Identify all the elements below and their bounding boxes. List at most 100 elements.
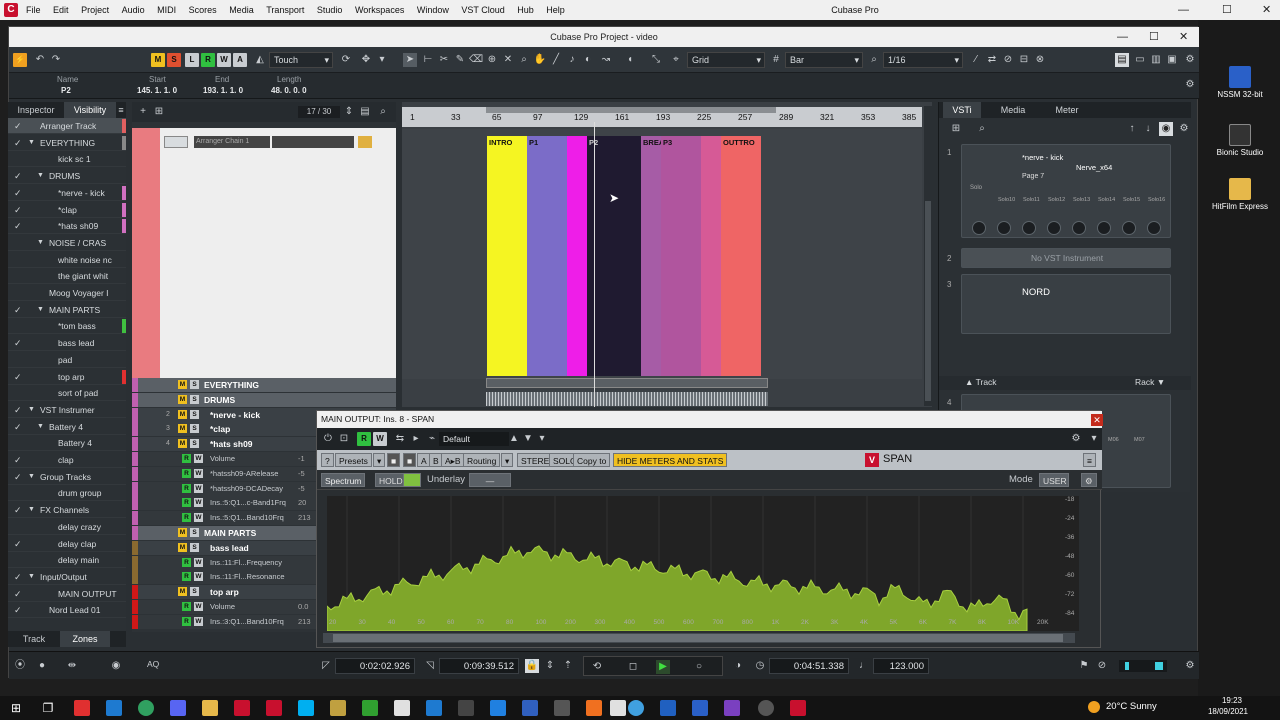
- auto-fade-icon[interactable]: ⤡: [649, 53, 663, 67]
- write-automation-button[interactable]: W: [194, 616, 203, 626]
- mute-button[interactable]: M: [178, 380, 187, 389]
- file-explorer-icon[interactable]: [202, 700, 218, 716]
- quantize-apply-icon[interactable]: ⁄: [969, 53, 983, 67]
- mute-button[interactable]: M: [178, 394, 187, 404]
- taskbar-app-icon[interactable]: [554, 700, 570, 716]
- menu-icon[interactable]: ≡: [116, 102, 126, 118]
- tab-track[interactable]: Track: [8, 631, 60, 647]
- read-automation-button[interactable]: R: [182, 513, 191, 523]
- visibility-row[interactable]: ✓ ▼ Group Tracks: [8, 469, 126, 485]
- cycle-icon[interactable]: ⊘: [1001, 53, 1015, 67]
- listen-button[interactable]: L: [185, 53, 199, 67]
- span-horizontal-scrollbar[interactable]: [323, 633, 1075, 643]
- view-icon[interactable]: ◉: [1159, 122, 1173, 136]
- cubase-taskbar-icon[interactable]: [234, 700, 250, 716]
- power-icon[interactable]: ⏻: [321, 432, 335, 446]
- stop-icon[interactable]: ◻: [626, 660, 640, 674]
- sync-icon[interactable]: ⊘: [1095, 659, 1109, 673]
- taskbar-app-icon[interactable]: [74, 700, 90, 716]
- write-button[interactable]: W: [373, 432, 387, 446]
- visibility-row[interactable]: ▼ NOISE / CRAS: [8, 235, 126, 251]
- info-length-value[interactable]: 48. 0. 0. 0: [271, 86, 307, 95]
- visibility-checkbox[interactable]: ✓: [14, 586, 22, 602]
- taskbar-app-icon[interactable]: [458, 700, 474, 716]
- visibility-row[interactable]: drum group: [8, 485, 126, 502]
- visibility-row[interactable]: ✓ ▼ Input/Output: [8, 569, 126, 585]
- arranger-event[interactable]: BREA: [641, 136, 664, 376]
- right-locator-field[interactable]: 0:09:39.512: [439, 658, 519, 674]
- folder-collapse-icon[interactable]: ▼: [28, 569, 35, 585]
- info-start-value[interactable]: 145. 1. 1. 0: [137, 86, 177, 95]
- visibility-checkbox[interactable]: ✓: [14, 185, 22, 201]
- menu-hub[interactable]: Hub: [517, 0, 534, 20]
- layout-right-icon[interactable]: ▥: [1149, 53, 1163, 67]
- tab-media[interactable]: Media: [991, 102, 1035, 118]
- arrow-up-icon[interactable]: ↑: [1125, 122, 1139, 136]
- locator-range-icon[interactable]: ⇕: [543, 659, 557, 673]
- chrome-icon[interactable]: [138, 700, 154, 716]
- help-button[interactable]: ?: [321, 453, 334, 467]
- menu-vst-cloud[interactable]: VST Cloud: [461, 0, 504, 20]
- automation-value[interactable]: 20: [298, 496, 306, 510]
- record-mode-icon[interactable]: ●: [35, 659, 49, 673]
- scrollbar-thumb[interactable]: [333, 634, 1063, 642]
- read-automation-button[interactable]: R: [182, 616, 191, 626]
- menu-file[interactable]: File: [26, 0, 41, 20]
- store-icon[interactable]: [426, 700, 442, 716]
- visibility-checkbox[interactable]: ✓: [14, 118, 22, 134]
- visibility-row[interactable]: ✓ ▼ Battery 4: [8, 419, 126, 435]
- desktop-icon-hitfilm[interactable]: HitFilm Express: [1208, 178, 1272, 211]
- tab-inspector[interactable]: Inspector: [8, 102, 64, 118]
- erase-tool-icon[interactable]: ⌫: [469, 53, 483, 67]
- lock-icon[interactable]: 🔒: [525, 659, 539, 673]
- preset-field[interactable]: Default: [439, 432, 509, 446]
- visibility-checkbox[interactable]: ✓: [14, 419, 22, 435]
- mute-all-button[interactable]: M: [151, 53, 165, 67]
- menu-audio[interactable]: Audio: [122, 0, 145, 20]
- visibility-row[interactable]: *tom bass: [8, 318, 126, 335]
- visibility-checkbox[interactable]: ✓: [14, 302, 22, 318]
- tempo-field[interactable]: 123.000: [873, 658, 929, 674]
- playhead[interactable]: [594, 122, 595, 407]
- write-automation-button[interactable]: W: [194, 572, 203, 582]
- arranger-track[interactable]: Arranger Chain 1: [132, 128, 396, 378]
- visibility-checkbox[interactable]: ✓: [14, 602, 22, 618]
- plugin-settings-icon[interactable]: ⚙: [1069, 432, 1083, 446]
- move-icon[interactable]: ✥: [359, 53, 373, 67]
- menu-media[interactable]: Media: [229, 0, 254, 20]
- taskbar-app-icon[interactable]: [490, 700, 506, 716]
- arranger-event[interactable]: [701, 136, 721, 376]
- taskbar-app-icon[interactable]: [586, 700, 602, 716]
- folder-collapse-icon[interactable]: ▼: [28, 469, 35, 485]
- quick-control-knob[interactable]: [1147, 221, 1161, 235]
- preset-prev-icon[interactable]: ▲: [507, 432, 521, 446]
- tab-visibility[interactable]: Visibility: [64, 102, 116, 118]
- write-automation-button[interactable]: W: [194, 602, 203, 611]
- quick-control-knob[interactable]: [1022, 221, 1036, 235]
- taskbar-app-icon[interactable]: [330, 700, 346, 716]
- span-settings-icon[interactable]: ⚙: [1081, 473, 1097, 487]
- visibility-row[interactable]: ✓ delay clap: [8, 536, 126, 552]
- quantize-select[interactable]: 1/16: [883, 52, 963, 68]
- arranger-event[interactable]: P3: [661, 136, 701, 376]
- folder-collapse-icon[interactable]: ▼: [28, 502, 35, 518]
- folder-track[interactable]: M S EVERYTHING: [132, 378, 396, 392]
- visibility-row[interactable]: ✓ clap: [8, 452, 126, 468]
- project-close-button[interactable]: ✕: [1179, 27, 1188, 47]
- arranger-event[interactable]: INTRO: [487, 136, 527, 376]
- preset-menu-icon[interactable]: ▾: [535, 432, 549, 446]
- arranger-chain-buttons[interactable]: [164, 136, 188, 148]
- mute-button[interactable]: M: [178, 424, 187, 434]
- info-end-value[interactable]: 193. 1. 1. 0: [203, 86, 243, 95]
- arranger-event-select[interactable]: [272, 136, 354, 148]
- visibility-checkbox[interactable]: ✓: [14, 168, 22, 184]
- visibility-checkbox[interactable]: ✓: [14, 502, 22, 518]
- folder-collapse-icon[interactable]: ▼: [37, 168, 44, 184]
- taskbar-app-icon[interactable]: [610, 700, 626, 716]
- range-tool-icon[interactable]: ⊢: [421, 53, 435, 67]
- visibility-row[interactable]: pad: [8, 352, 126, 368]
- clock-date[interactable]: 18/09/2021: [1202, 707, 1254, 716]
- maximize-button[interactable]: ☐: [1222, 0, 1232, 20]
- copy-preset-button[interactable]: ■: [403, 453, 417, 467]
- read-automation-button[interactable]: R: [182, 498, 191, 508]
